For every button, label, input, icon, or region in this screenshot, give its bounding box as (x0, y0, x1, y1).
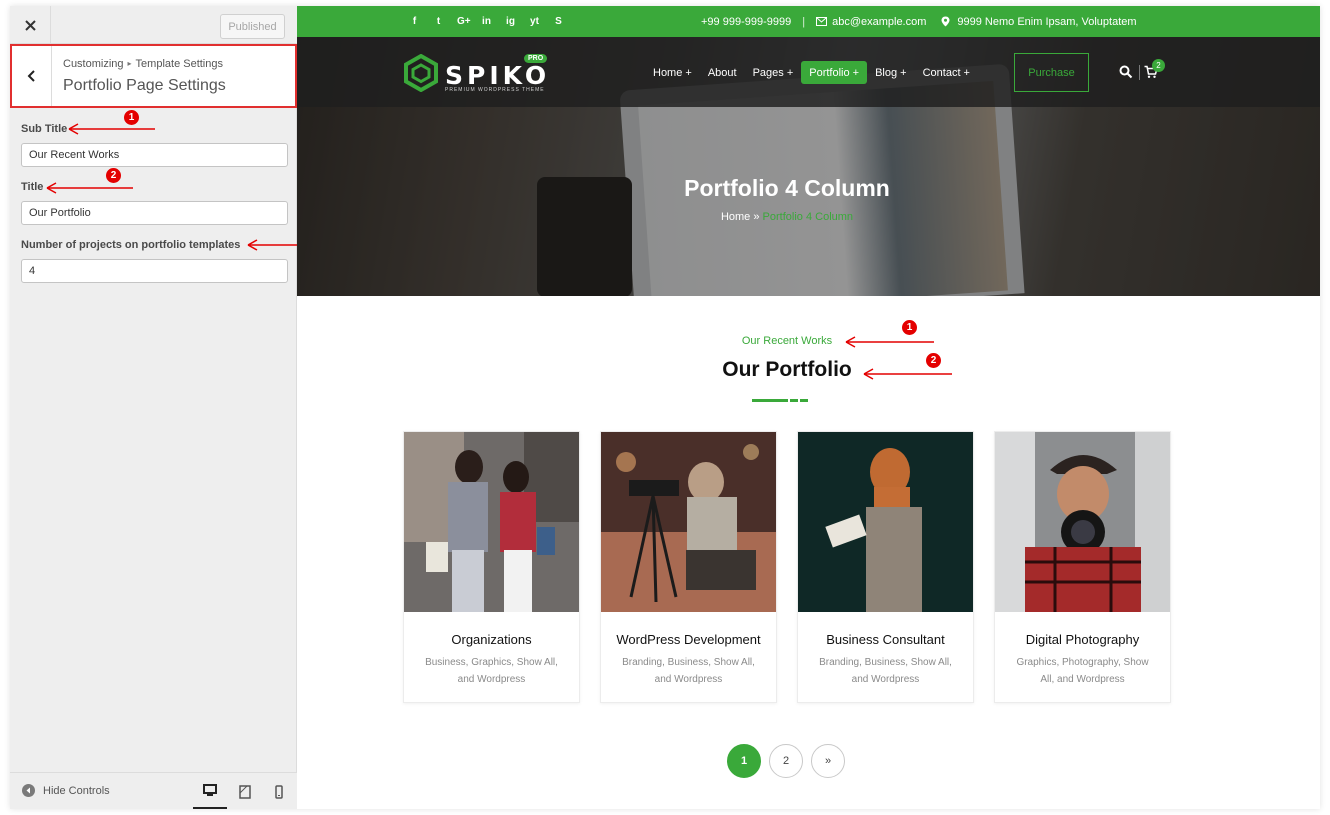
site-preview: f t G+ in ig yt S +99 999-999-9999 | abc… (297, 6, 1320, 809)
portfolio-image-shopping[interactable] (404, 432, 579, 612)
close-customizer-button[interactable] (10, 6, 51, 44)
portfolio-card-title[interactable]: WordPress Development (601, 632, 776, 647)
menu-item-contact[interactable]: Contact + (915, 61, 978, 84)
facebook-icon[interactable]: f (409, 16, 420, 27)
subtitle-label: Sub Title (21, 123, 68, 135)
contact-info: +99 999-999-9999 | abc@example.com 9999 … (701, 6, 1137, 37)
mobile-icon (275, 784, 283, 799)
tablet-icon (239, 784, 251, 799)
youtube-icon[interactable]: yt (529, 16, 540, 27)
desktop-icon (203, 783, 217, 796)
section-title: Portfolio Page Settings (63, 77, 226, 94)
skype-icon[interactable]: S (553, 16, 564, 27)
portfolio-card-tags: Branding, Business, Show All, and Wordpr… (622, 657, 755, 685)
portfolio-title: Our Portfolio (722, 358, 852, 381)
portfolio-subtitle: Our Recent Works (741, 335, 833, 347)
page-2-button[interactable]: 2 (769, 744, 803, 778)
logo-hexagon-icon (404, 54, 438, 92)
envelope-icon (816, 17, 828, 26)
close-icon (24, 19, 36, 31)
next-page-button[interactable]: » (811, 744, 845, 778)
pagination: 1 2 » (727, 744, 845, 778)
hero-breadcrumb-home[interactable]: Home (721, 211, 750, 223)
menu-item-home[interactable]: Home + (645, 61, 700, 84)
logo-name: SPIKO (445, 61, 551, 90)
breadcrumb-root: Customizing (63, 58, 124, 70)
portfolio-image-photography[interactable] (995, 432, 1170, 612)
logo-tagline: PREMIUM WORDPRESS THEME (445, 87, 545, 93)
portfolio-card[interactable]: Organizations Business, Graphics, Show A… (403, 431, 580, 703)
title-input[interactable] (21, 201, 288, 225)
title-separator (752, 399, 808, 402)
annotation-badge-preview-1: 1 (902, 320, 917, 335)
logo-pro-badge: PRO (524, 54, 548, 63)
hero-breadcrumb-separator: » (753, 211, 760, 223)
title-label: Title (21, 181, 44, 193)
annotation-badge-1: 1 (124, 110, 139, 125)
breadcrumb-section: Template Settings (135, 58, 223, 70)
menu-item-portfolio[interactable]: Portfolio + (801, 61, 868, 84)
desktop-preview-button[interactable] (193, 773, 227, 809)
tablet-preview-button[interactable] (228, 773, 262, 809)
collapse-icon (22, 784, 35, 797)
customizer-header: Published (10, 6, 297, 44)
hero-title: Portfolio 4 Column (684, 175, 890, 201)
hero-breadcrumb-current: Portfolio 4 Column (762, 211, 854, 223)
portfolio-card-title[interactable]: Organizations (404, 632, 579, 647)
portfolio-image-photographer[interactable] (601, 432, 776, 612)
annotation-badge-preview-2: 2 (926, 353, 941, 368)
site-logo[interactable]: SPIKO PREMIUM WORDPRESS THEME PRO (403, 52, 553, 94)
phone-number: +99 999-999-9999 (701, 15, 792, 28)
projects-count-label: Number of projects on portfolio template… (21, 239, 241, 251)
menu-item-blog[interactable]: Blog + (867, 61, 915, 84)
hero-breadcrumb: Home » Portfolio 4 Column (297, 211, 1277, 223)
menu-item-about[interactable]: About (700, 61, 745, 84)
portfolio-card-tags: Graphics, Photography, Show All, and Wor… (1016, 657, 1149, 685)
portfolio-card-tags: Branding, Business, Show All, and Wordpr… (819, 657, 952, 685)
breadcrumb-arrow-icon: ▸ (127, 59, 132, 68)
portfolio-image-consultant[interactable] (798, 432, 973, 612)
subtitle-input[interactable] (21, 143, 288, 167)
portfolio-card[interactable]: Business Consultant Branding, Business, … (797, 431, 974, 703)
menu-item-pages[interactable]: Pages + (745, 61, 802, 84)
customizer-window: Published Customizing ▸ Template Settings … (10, 6, 1320, 809)
portfolio-card-title[interactable]: Business Consultant (798, 632, 973, 647)
portfolio-card[interactable]: WordPress Development Branding, Business… (600, 431, 777, 703)
published-button[interactable]: Published (220, 14, 285, 39)
nav-divider (1139, 65, 1140, 80)
section-header: Customizing ▸ Template Settings Portfolio … (10, 44, 297, 108)
contact-separator: | (802, 15, 806, 28)
portfolio-card[interactable]: Digital Photography Graphics, Photograph… (994, 431, 1171, 703)
main-menu: Home + About Pages + Portfolio + Blog + … (645, 61, 978, 84)
twitter-icon[interactable]: t (433, 16, 444, 27)
cart-count-badge: 2 (1152, 59, 1165, 72)
hide-controls-button[interactable]: Hide Controls (22, 784, 110, 797)
purchase-button[interactable]: Purchase (1014, 53, 1089, 92)
customizer-footer: Hide Controls (10, 772, 297, 809)
chevron-left-icon (27, 70, 35, 82)
annotation-badge-2: 2 (106, 168, 121, 183)
page-1-button[interactable]: 1 (727, 744, 761, 778)
social-links: f t G+ in ig yt S (409, 6, 564, 37)
portfolio-grid: Organizations Business, Graphics, Show A… (403, 431, 1171, 703)
main-navbar: SPIKO PREMIUM WORDPRESS THEME PRO Home +… (297, 37, 1320, 107)
google-plus-icon[interactable]: G+ (457, 16, 471, 27)
breadcrumb: Customizing ▸ Template Settings (63, 58, 223, 70)
customizer-sidebar: Published Customizing ▸ Template Settings … (10, 6, 297, 809)
address: 9999 Nemo Enim Ipsam, Voluptatem (957, 15, 1137, 28)
search-icon[interactable] (1119, 65, 1133, 79)
projects-count-input[interactable] (21, 259, 288, 283)
map-marker-icon (941, 16, 950, 27)
hide-controls-label: Hide Controls (43, 784, 110, 797)
portfolio-card-tags: Business, Graphics, Show All, and Wordpr… (425, 657, 558, 685)
linkedin-icon[interactable]: in (481, 16, 492, 27)
portfolio-card-title[interactable]: Digital Photography (995, 632, 1170, 647)
back-button[interactable] (12, 46, 52, 106)
instagram-icon[interactable]: ig (505, 16, 516, 27)
email-address: abc@example.com (832, 15, 927, 28)
hero-banner: SPIKO PREMIUM WORDPRESS THEME PRO Home +… (297, 37, 1320, 296)
mobile-preview-button[interactable] (262, 773, 296, 809)
top-bar: f t G+ in ig yt S +99 999-999-9999 | abc… (297, 6, 1320, 37)
